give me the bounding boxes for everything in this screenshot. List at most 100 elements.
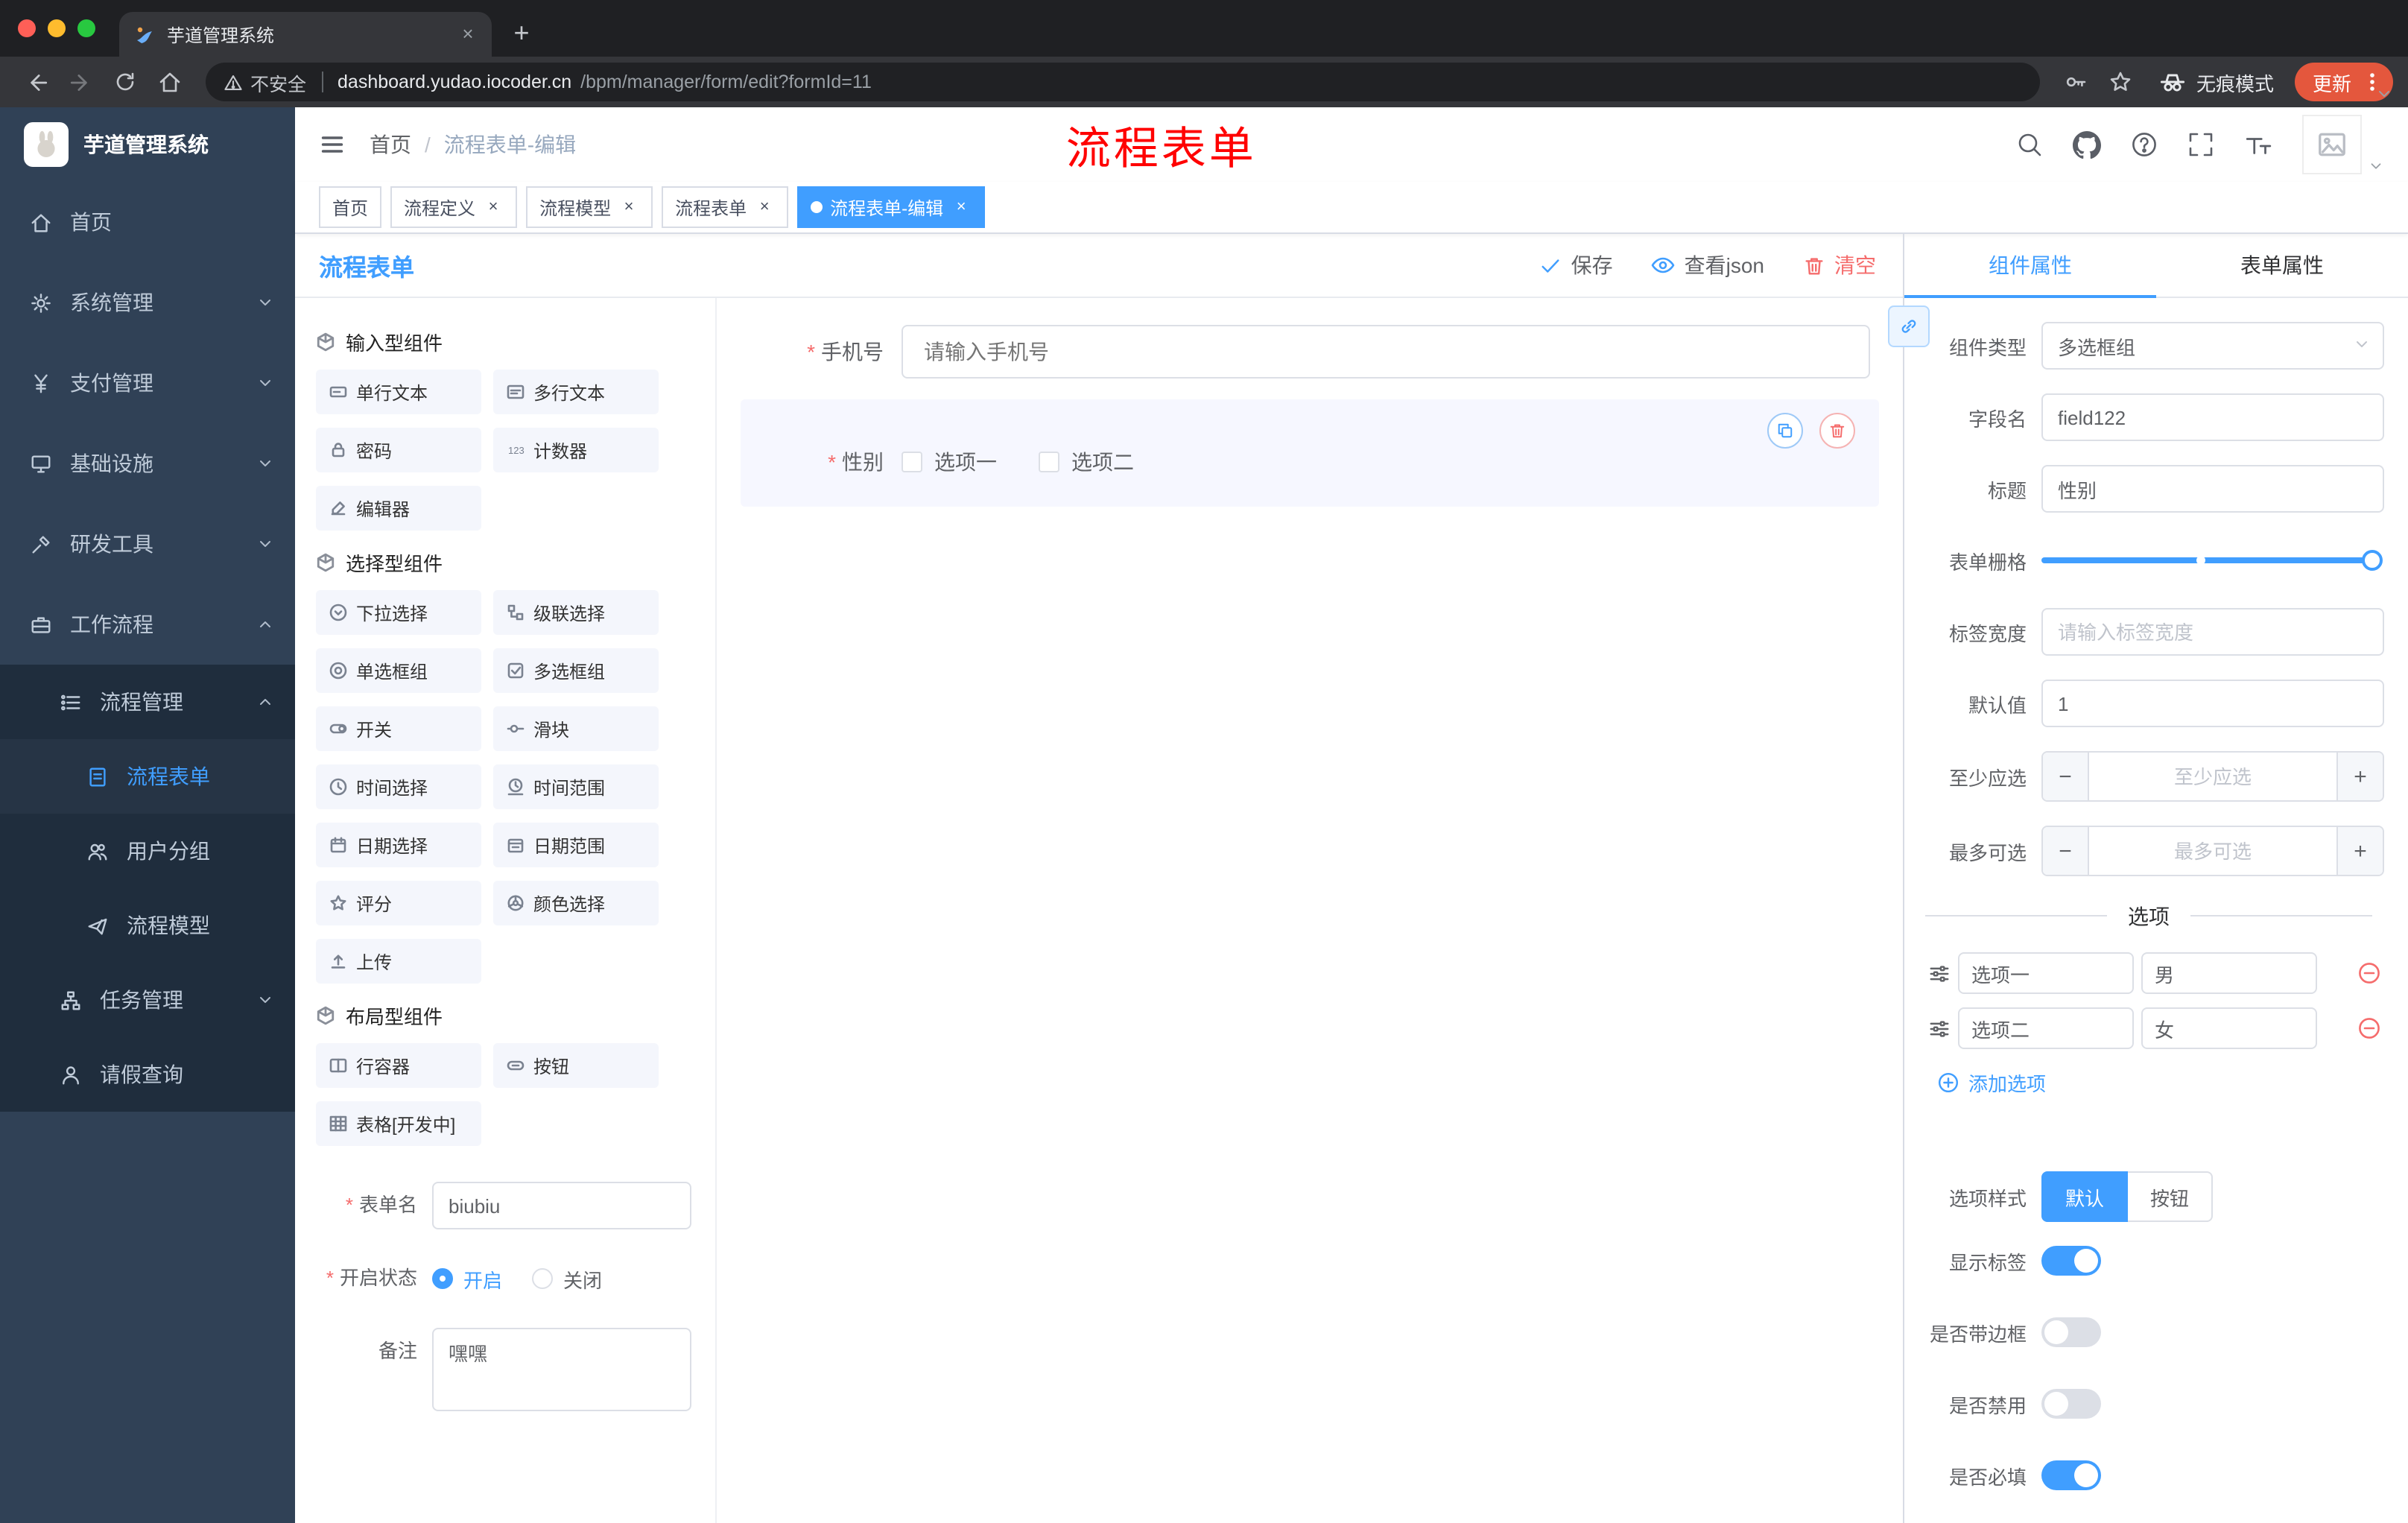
font-size-icon[interactable]: [2244, 130, 2272, 159]
canvas-field-phone[interactable]: 手机号: [741, 325, 1870, 379]
component-editor[interactable]: 编辑器: [316, 486, 481, 531]
password-key-icon[interactable]: [2055, 61, 2097, 103]
border-switch[interactable]: [2041, 1317, 2101, 1347]
title-input[interactable]: [2041, 465, 2384, 513]
sidebar-item-home[interactable]: 首页: [0, 182, 295, 262]
component-type-value[interactable]: [2041, 322, 2384, 370]
sidebar-collapse-button[interactable]: [319, 131, 346, 158]
slider-handle[interactable]: [2362, 550, 2383, 571]
remove-option-icon[interactable]: [2357, 1016, 2381, 1040]
forward-button[interactable]: [60, 61, 101, 103]
tag-process-definition[interactable]: 流程定义: [390, 186, 518, 228]
component-row-container[interactable]: 行容器: [316, 1043, 481, 1088]
option-drag-icon[interactable]: [1928, 962, 1951, 984]
min-select-input[interactable]: [2089, 753, 2336, 800]
home-button[interactable]: [149, 61, 191, 103]
show-label-switch[interactable]: [2041, 1246, 2101, 1276]
window-controls[interactable]: [18, 0, 95, 57]
close-icon[interactable]: [618, 197, 639, 218]
clear-button[interactable]: 清空: [1803, 250, 1876, 280]
sidebar-item-user-group[interactable]: 用户分组: [0, 814, 295, 888]
tag-home[interactable]: 首页: [319, 186, 382, 228]
component-time-range[interactable]: 时间范围: [493, 764, 659, 809]
back-button[interactable]: [15, 61, 57, 103]
fullscreen-icon[interactable]: [2187, 131, 2214, 158]
component-slider[interactable]: 滑块: [493, 706, 659, 751]
tag-process-form[interactable]: 流程表单: [662, 186, 789, 228]
option-name-input[interactable]: [1958, 952, 2134, 994]
component-checkbox-group[interactable]: 多选框组: [493, 648, 659, 693]
tab-close-icon[interactable]: [456, 22, 480, 46]
save-button[interactable]: 保存: [1540, 250, 1613, 280]
sidebar-item-leave-query[interactable]: 请假查询: [0, 1037, 295, 1112]
address-bar[interactable]: 不安全 dashboard.yudao.iocoder.cn/bpm/manag…: [206, 63, 2040, 101]
canvas-field-gender-selected[interactable]: 性别 选项一 选项二: [741, 399, 1879, 507]
copy-component-button[interactable]: [1767, 413, 1803, 449]
plus-button[interactable]: +: [2336, 827, 2383, 875]
minus-button[interactable]: −: [2043, 753, 2089, 800]
sidebar-item-payment[interactable]: 支付管理: [0, 343, 295, 423]
slider-track[interactable]: [2041, 550, 2383, 571]
github-icon[interactable]: [2073, 130, 2101, 159]
component-date-range[interactable]: 日期范围: [493, 823, 659, 867]
sidebar-item-process-management[interactable]: 流程管理: [0, 665, 295, 739]
status-on-radio[interactable]: 开启: [432, 1264, 502, 1293]
add-option-button[interactable]: 添加选项: [1937, 1068, 2384, 1097]
toolbar-overflow-chevron-icon[interactable]: [2375, 83, 2393, 110]
sidebar-item-infrastructure[interactable]: 基础设施: [0, 423, 295, 504]
tab-component-props[interactable]: 组件属性: [1904, 234, 2156, 298]
component-type-select[interactable]: [2041, 322, 2384, 370]
user-menu[interactable]: [2302, 115, 2384, 174]
reload-button[interactable]: [104, 61, 146, 103]
component-select[interactable]: 下拉选择: [316, 590, 481, 635]
option-drag-icon[interactable]: [1928, 1017, 1951, 1039]
plus-button[interactable]: +: [2336, 753, 2383, 800]
component-cascader[interactable]: 级联选择: [493, 590, 659, 635]
status-off-radio[interactable]: 关闭: [532, 1264, 602, 1293]
search-icon[interactable]: [2016, 131, 2043, 158]
window-close-button[interactable]: [18, 19, 36, 37]
sidebar-item-process-model[interactable]: 流程模型: [0, 888, 295, 963]
breadcrumb-home[interactable]: 首页: [370, 130, 444, 159]
close-icon[interactable]: [951, 197, 972, 218]
component-single-line-text[interactable]: 单行文本: [316, 370, 481, 414]
tab-form-props[interactable]: 表单属性: [2156, 234, 2408, 297]
phone-input[interactable]: [902, 325, 1870, 379]
tag-process-form-edit[interactable]: 流程表单-编辑: [797, 186, 986, 228]
view-json-button[interactable]: 查看json: [1652, 250, 1764, 280]
sidebar-item-process-form[interactable]: 流程表单: [0, 739, 295, 814]
remark-textarea[interactable]: 嘿嘿: [432, 1328, 691, 1411]
form-grid-slider[interactable]: [2041, 536, 2384, 584]
gender-option-2-checkbox[interactable]: 选项二: [1039, 447, 1134, 477]
component-counter[interactable]: 123 计数器: [493, 428, 659, 472]
sidebar-item-dev-tools[interactable]: 研发工具: [0, 504, 295, 584]
minus-button[interactable]: −: [2043, 827, 2089, 875]
component-upload[interactable]: 上传: [316, 939, 481, 984]
component-table[interactable]: 表格[开发中]: [316, 1101, 481, 1146]
close-icon[interactable]: [754, 197, 775, 218]
app-logo[interactable]: 芋道管理系统: [0, 107, 295, 182]
required-switch[interactable]: [2041, 1460, 2101, 1490]
component-date-picker[interactable]: 日期选择: [316, 823, 481, 867]
component-rating[interactable]: 评分: [316, 881, 481, 925]
help-icon[interactable]: [2131, 131, 2158, 158]
component-color-picker[interactable]: 颜色选择: [493, 881, 659, 925]
style-default-button[interactable]: 默认: [2041, 1171, 2129, 1222]
security-badge[interactable]: 不安全: [224, 68, 306, 96]
style-button-button[interactable]: 按钮: [2128, 1171, 2214, 1222]
close-icon[interactable]: [483, 197, 504, 218]
gender-option-1-checkbox[interactable]: 选项一: [902, 447, 997, 477]
delete-component-button[interactable]: [1819, 413, 1855, 449]
option-value-input[interactable]: [2141, 952, 2317, 994]
option-value-input[interactable]: [2141, 1007, 2317, 1049]
browser-tab[interactable]: 芋道管理系统: [119, 12, 492, 57]
field-name-input[interactable]: [2041, 393, 2384, 441]
window-zoom-button[interactable]: [77, 19, 95, 37]
option-name-input[interactable]: [1958, 1007, 2134, 1049]
component-time-picker[interactable]: 时间选择: [316, 764, 481, 809]
bookmark-star-icon[interactable]: [2100, 61, 2141, 103]
default-value-input[interactable]: [2041, 680, 2384, 727]
remove-option-icon[interactable]: [2357, 961, 2381, 985]
component-switch[interactable]: 开关: [316, 706, 481, 751]
tag-process-model[interactable]: 流程模型: [526, 186, 653, 228]
